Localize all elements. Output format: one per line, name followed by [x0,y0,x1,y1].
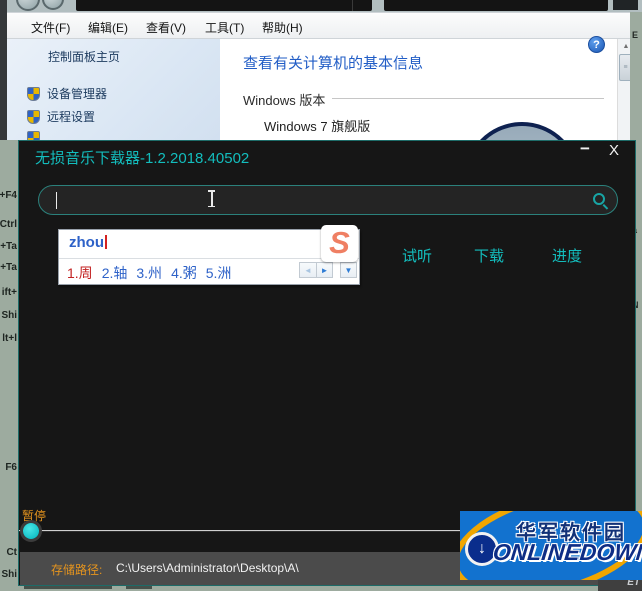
ime-candidate[interactable]: 1.周 [67,263,93,283]
menu-item[interactable]: 工具(T) [205,19,244,36]
menu-item[interactable]: 文件(F) [31,19,70,36]
shortcut-text-fragment: +F4 [0,190,17,201]
ime-candidate-list: 1.周 2.轴 3.州 4.粥 5.洲 [67,263,231,283]
ime-next-page-button[interactable]: ► [316,262,333,278]
topbar-corner-element [613,0,638,10]
windows-logo-circle [464,122,580,140]
ime-candidate-popup: zhou 1.周 2.轴 3.州 4.粥 5.洲 ◄ ► ▼ S [58,225,360,285]
ime-composition-text: zhou [69,234,107,251]
progress-slider-knob[interactable] [23,523,39,539]
background-window-left-fragments: +F4 Ctrl +Ta +Ta ift+ Shi lt+l F6 Ct Shi [0,140,18,591]
shortcut-text-fragment: Ct [6,547,17,558]
pause-button[interactable]: 暂停 [22,507,46,524]
shortcut-text-fragment: Shi [1,569,17,580]
search-icon[interactable] [593,193,605,205]
section-divider [332,98,604,99]
scrollbar-up-arrow-icon[interactable]: ▲ [619,40,630,53]
watermark-site-name: ONLINEDOWN [491,539,642,565]
address-bar[interactable] [76,0,372,11]
windows-edition-text: Windows 7 旗舰版 [264,119,371,134]
section-title: Windows 版本 [243,93,326,108]
uac-shield-icon [27,131,40,140]
ime-candidate[interactable]: 2.轴 [102,263,128,283]
menu-bar: 文件(F) 编辑(E) 查看(V) 工具(T) 帮助(H) [7,12,630,39]
text-caret [56,192,57,209]
uac-shield-icon [27,109,40,124]
scrollbar-thumb[interactable]: ≡ [619,54,630,81]
save-path-value[interactable]: C:\Users\Administrator\Desktop\A\ [116,561,299,575]
list-column-headers: 试听 下载 进度 [384,245,624,265]
column-header: 进度 [552,248,583,265]
ime-candidate[interactable]: 5.洲 [206,263,232,283]
shortcut-text-fragment: Ctrl [0,219,17,230]
ime-candidate[interactable]: 3.州 [136,263,162,283]
ime-candidate[interactable]: 4.粥 [171,263,197,283]
control-panel-sidebar: 控制面板主页 设备管理器 远程设置 [7,39,220,140]
sidebar-item-label: 远程设置 [47,110,96,124]
ime-divider [59,258,359,259]
search-input[interactable] [38,185,618,215]
uac-shield-icon [27,86,40,101]
sogou-logo-icon: S [321,225,358,262]
column-header: 下载 [474,248,505,265]
screen: +F4Ctrl+Ta+Taift+Shilt+lF6CtShi EaNt ET … [0,0,642,591]
scrollbar[interactable]: ▲ ≡ [617,39,630,140]
save-path-label: 存储路径: [51,563,103,577]
page-title: 查看有关计算机的基本信息 [243,55,424,72]
close-button[interactable]: X [605,142,623,160]
sidebar-item-label: 设备管理器 [47,87,108,101]
shortcut-text-fragment: ift+ [1,287,17,298]
shortcut-text-fragment: +Ta [0,241,17,252]
window-left-edge [0,0,7,140]
menu-item[interactable]: 帮助(H) [262,19,303,36]
system-window-body: 控制面板主页 设备管理器 远程设置 查看有关计算机的基本信息 Windows 版… [7,39,630,140]
column-header: 试听 [402,248,433,265]
explorer-search-box[interactable] [384,0,608,11]
sidebar-item-remote-settings[interactable]: 远程设置 [27,108,95,125]
huajun-watermark: ↓ 华军软件园 ONLINEDOWN.NET [460,511,642,580]
shortcut-text-fragment: Shi [1,310,17,321]
ime-menu-button[interactable]: ▼ [340,262,357,278]
app-window-title: 无损音乐下载器-1.2.2018.40502 [35,150,250,167]
sidebar-item-control-panel-home[interactable]: 控制面板主页 [48,48,120,65]
ibeam-cursor-icon [206,190,217,207]
control-panel-main: 查看有关计算机的基本信息 Windows 版本 Windows 7 旗舰版 [220,39,617,140]
watermark-en-text: ONLINEDOWN.NET [492,539,642,566]
help-icon[interactable]: ? [588,36,605,53]
shortcut-text-fragment: +Ta [0,262,17,273]
ime-prev-page-button[interactable]: ◄ [299,262,316,278]
shortcut-text-fragment: lt+l [2,333,17,344]
sidebar-item-clipped[interactable] [27,131,40,140]
sidebar-item-device-manager[interactable]: 设备管理器 [27,85,107,102]
menu-item[interactable]: 编辑(E) [88,19,128,36]
system-window: 文件(F) 编辑(E) 查看(V) 工具(T) 帮助(H) 控制面板主页 设备管理器 远… [0,0,642,140]
shortcut-text-fragment: F6 [5,462,17,473]
minimize-button[interactable]: − [575,139,595,158]
menu-item[interactable]: 查看(V) [146,19,186,36]
